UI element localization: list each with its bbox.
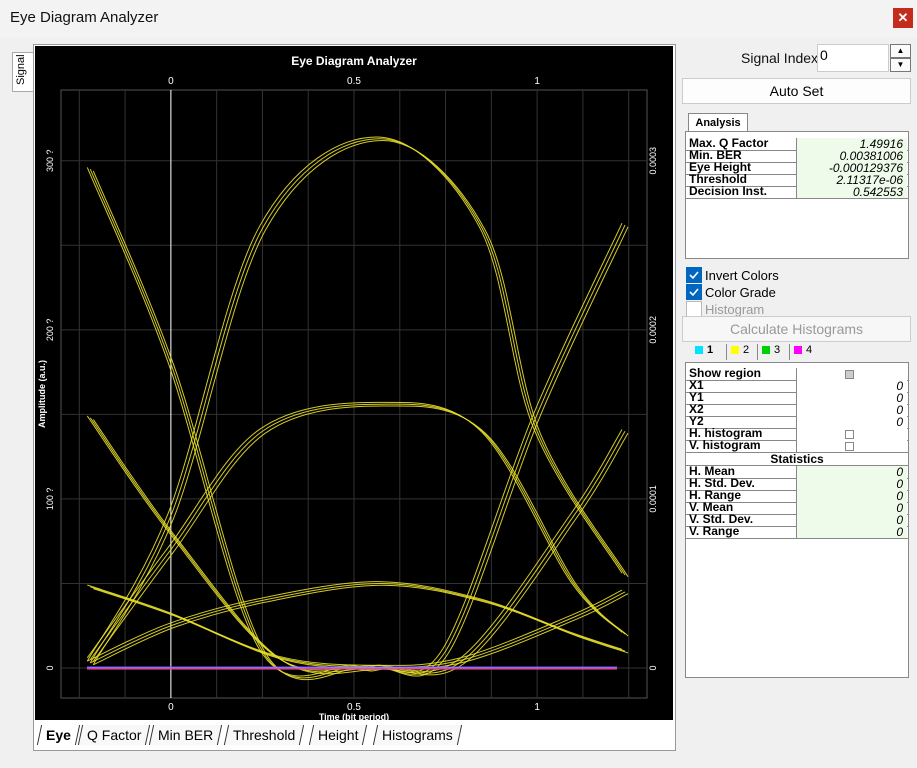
signal-side-tab[interactable]: Signal [12, 52, 33, 92]
region-tab-4[interactable]: 4 [789, 344, 812, 360]
y-tick-label-right: 0.0003 [648, 147, 658, 175]
y-tick-label-right: 0.0001 [648, 485, 658, 513]
analysis-row: Decision Inst. 0.542553 [686, 185, 908, 199]
tab-min-ber[interactable]: Min BER [148, 725, 223, 745]
checkmark-icon [689, 288, 699, 297]
eye-trace [92, 170, 629, 681]
eye-diagram-plot[interactable]: Eye Diagram Analyzer 0 0 0.5 0.5 1 1 Time (bit … [35, 46, 673, 722]
x-tick-label-top: 0 [168, 76, 174, 87]
signal-index-input[interactable]: 0 [817, 44, 889, 72]
region-grid: Show region X1 0 Y1 0 X2 0 Y2 0 H. histogram… [685, 362, 909, 678]
eye-trace [86, 415, 623, 672]
v-histogram-checkbox[interactable] [845, 442, 854, 451]
close-icon: ✕ [897, 10, 909, 25]
y-tick-label-left: 0 [45, 665, 55, 670]
eye-trace [87, 584, 623, 666]
title-bar: Eye Diagram Analyzer ✕ [0, 0, 917, 38]
chart-title: Eye Diagram Analyzer [291, 54, 417, 68]
histogram-checkbox[interactable] [686, 301, 702, 317]
chevron-down-icon: ▼ [896, 60, 905, 69]
x-tick-label-bottom: 1 [534, 702, 540, 713]
tab-height[interactable]: Height [308, 725, 368, 745]
eye-diagram-chart: Eye Diagram Analyzer000.50.511Time (bit … [37, 54, 658, 722]
plot-tabs: Eye Q Factor Min BER Threshold Height Hi… [35, 722, 673, 748]
y-tick-label-right: 0 [648, 665, 658, 670]
color-swatch [731, 346, 739, 355]
x-axis-label: Time (bit period) [319, 712, 389, 720]
tab-eye[interactable]: Eye [36, 725, 81, 745]
invert-colors-checkbox[interactable] [686, 267, 702, 283]
color-swatch [794, 346, 802, 355]
x-tick-label-top: 1 [534, 76, 540, 87]
signal-index-label: Signal Index: [741, 50, 822, 66]
eye-trace [86, 167, 623, 677]
tab-q-factor[interactable]: Q Factor [77, 725, 151, 745]
chevron-up-icon: ▲ [896, 46, 905, 55]
close-button[interactable]: ✕ [893, 8, 913, 28]
h-histogram-checkbox[interactable] [845, 430, 854, 439]
tab-histograms[interactable]: Histograms [372, 725, 462, 745]
region-tab-3[interactable]: 3 [757, 344, 780, 360]
y-tick-label-left: 100 ? [45, 488, 55, 511]
histogram-label: Histogram [705, 302, 765, 317]
eye-trace [93, 588, 629, 670]
spin-up-button[interactable]: ▲ [890, 44, 911, 58]
color-swatch [762, 346, 770, 355]
color-swatch [695, 346, 703, 355]
spin-down-button[interactable]: ▼ [890, 58, 911, 72]
calculate-histograms-button[interactable]: Calculate Histograms [682, 316, 911, 342]
color-grade-label: Color Grade [705, 285, 776, 300]
window-title: Eye Diagram Analyzer [10, 9, 159, 26]
invert-colors-label: Invert Colors [705, 268, 779, 283]
x-tick-label-bottom: 0 [168, 702, 174, 713]
region-tab-1[interactable]: 1 [695, 344, 713, 360]
x-tick-label-top: 0.5 [347, 76, 361, 87]
stats-row: V. Range 0 [686, 525, 908, 539]
y-tick-label-right: 0.0002 [648, 316, 658, 344]
region-tab-2[interactable]: 2 [726, 344, 749, 360]
auto-set-button[interactable]: Auto Set [682, 78, 911, 104]
tab-analysis[interactable]: Analysis [688, 113, 748, 132]
y-tick-label-left: 200 ? [45, 319, 55, 342]
checkmark-icon [689, 271, 699, 280]
y-tick-label-left: 300 ? [45, 149, 55, 172]
tab-threshold[interactable]: Threshold [223, 725, 305, 745]
show-region-checkbox[interactable] [845, 370, 854, 379]
color-grade-checkbox[interactable] [686, 284, 702, 300]
y-axis-label: Amplitude (a.u.) [37, 360, 47, 428]
signal-side-tab-label: Signal [15, 54, 27, 85]
analysis-grid: Max. Q Factor 1.49916 Min. BER 0.00381006 … [685, 131, 909, 259]
